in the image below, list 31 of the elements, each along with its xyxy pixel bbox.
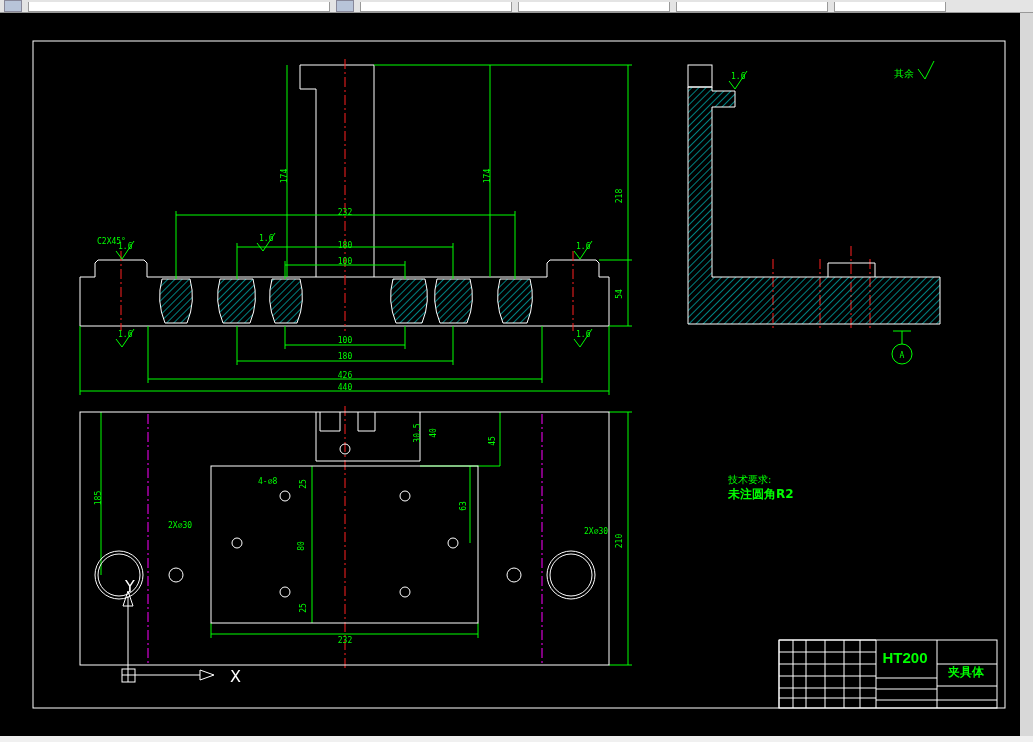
- dimension-text: 100: [337, 336, 353, 345]
- hole-callout-label: 2X⌀30: [584, 527, 609, 536]
- dimension-text: 185: [94, 490, 103, 506]
- dimension-text: 180: [337, 352, 353, 361]
- dimension-text: 25: [299, 603, 308, 613]
- dimension-text: 440: [337, 383, 353, 392]
- hole-callout-label: 2X⌀30: [168, 521, 193, 530]
- dimension-text: 54: [615, 289, 624, 299]
- dimension-text: 63: [459, 501, 468, 511]
- dimension-text: 180: [337, 241, 353, 250]
- requirements-text: 未注圆角R2: [728, 487, 794, 501]
- dimension-text: 174: [280, 168, 289, 184]
- dimension-text: 218: [615, 188, 624, 204]
- hole-callout-label: 4-⌀8: [258, 477, 278, 486]
- dimension-text: 232: [337, 208, 353, 217]
- y-axis-label: Y: [125, 577, 135, 596]
- dimension-text: 232: [337, 636, 353, 645]
- dimension-text: 174: [483, 168, 492, 184]
- dimension-text: 40: [429, 428, 438, 438]
- dimension-text: 25: [299, 479, 308, 489]
- dimension-text: 426: [337, 371, 353, 380]
- general-roughness-label: 其余: [894, 68, 914, 79]
- dimension-text: 30.5: [413, 423, 422, 443]
- dimension-text: 45: [488, 436, 497, 446]
- material-text: HT200: [882, 649, 928, 666]
- dimension-text: 80: [297, 541, 306, 551]
- dimension-text: 210: [615, 533, 624, 549]
- dimension-text: 100: [337, 257, 353, 266]
- requirements-heading: 技术要求:: [728, 474, 772, 485]
- part-name: 夹具体: [948, 665, 984, 679]
- x-axis-label: X: [230, 667, 241, 686]
